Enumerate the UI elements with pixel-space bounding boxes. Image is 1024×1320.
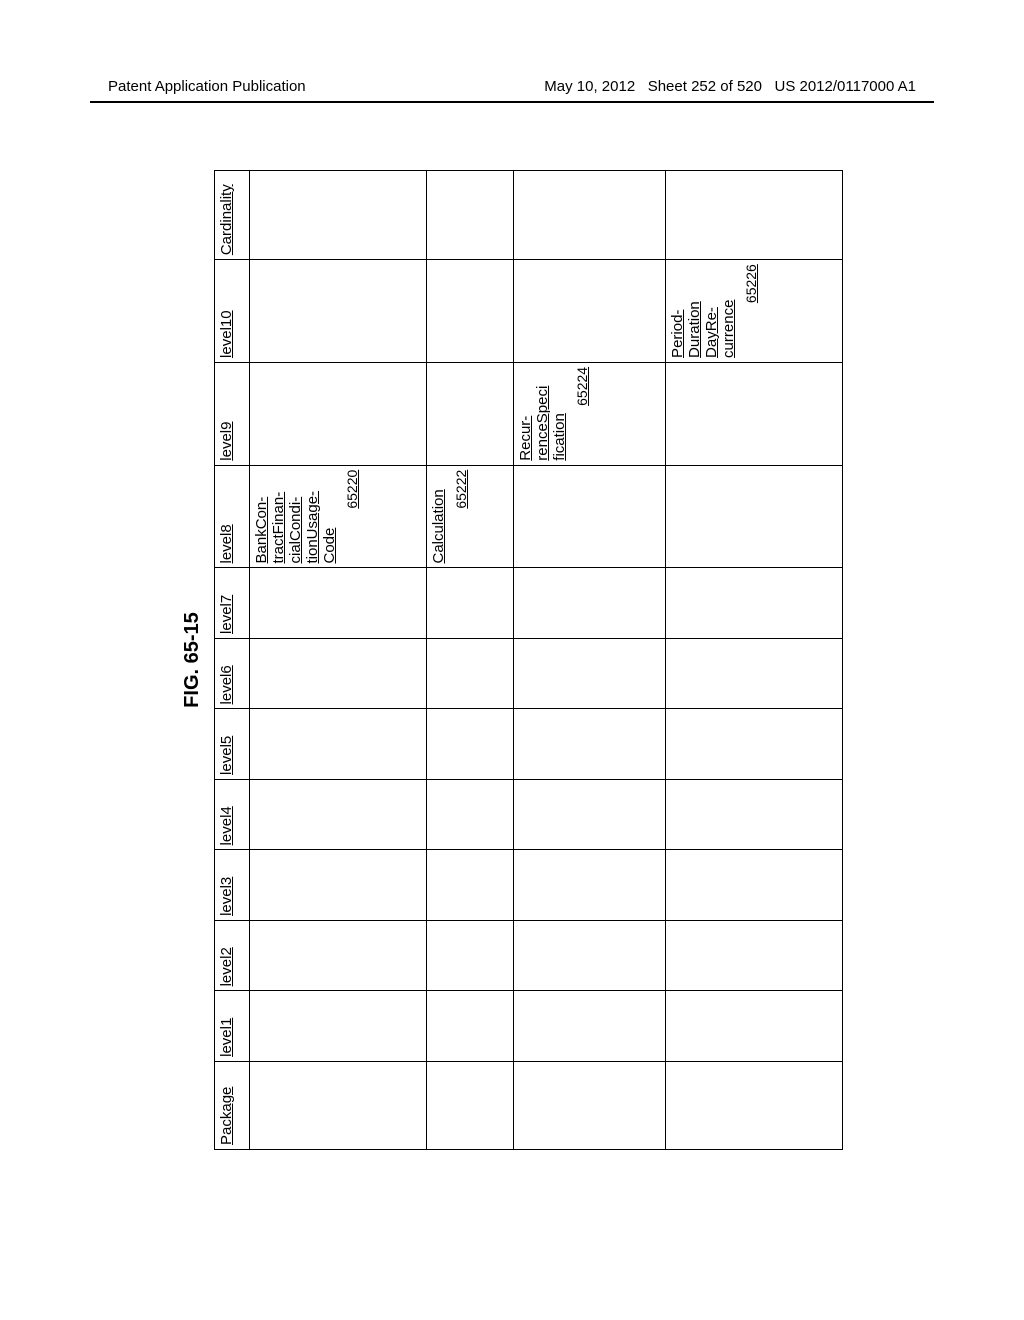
table-row: BankCon- tractFinan- cialCondi- tionUsag… xyxy=(250,171,427,1150)
cell-level9: Recur- renceSpeci fication 65224 xyxy=(514,362,666,465)
col-level6: level6 xyxy=(215,638,250,708)
figure-label: FIG. 65-15 xyxy=(181,170,204,1150)
cell-level8: BankCon- tractFinan- cialCondi- tionUsag… xyxy=(250,465,427,568)
table-row: Recur- renceSpeci fication 65224 xyxy=(514,171,666,1150)
col-level3: level3 xyxy=(215,850,250,920)
col-level7: level7 xyxy=(215,568,250,638)
header-right: May 10, 2012 Sheet 252 of 520 US 2012/01… xyxy=(544,78,916,95)
col-level4: level4 xyxy=(215,779,250,849)
col-level10: level10 xyxy=(215,260,250,363)
table-row: Period- Duration DayRe- currence 65226 xyxy=(666,171,843,1150)
header-left: Patent Application Publication xyxy=(108,78,306,95)
schema-table: Package level1 level2 level3 level4 leve… xyxy=(214,170,843,1150)
col-level9: level9 xyxy=(215,362,250,465)
page-header: Patent Application Publication May 10, 2… xyxy=(0,78,1024,103)
table-row: Calculation 65222 xyxy=(427,171,514,1150)
col-package: Package xyxy=(215,1061,250,1149)
cell-level8: Calculation 65222 xyxy=(427,465,514,568)
col-level1: level1 xyxy=(215,991,250,1061)
col-level8: level8 xyxy=(215,465,250,568)
col-level2: level2 xyxy=(215,920,250,990)
cell-level10: Period- Duration DayRe- currence 65226 xyxy=(666,260,843,363)
col-level5: level5 xyxy=(215,709,250,779)
col-cardinality: Cardinality xyxy=(215,171,250,260)
table-header-row: Package level1 level2 level3 level4 leve… xyxy=(215,171,250,1150)
figure: FIG. 65-15 Package level1 level2 level3 … xyxy=(181,170,843,1150)
